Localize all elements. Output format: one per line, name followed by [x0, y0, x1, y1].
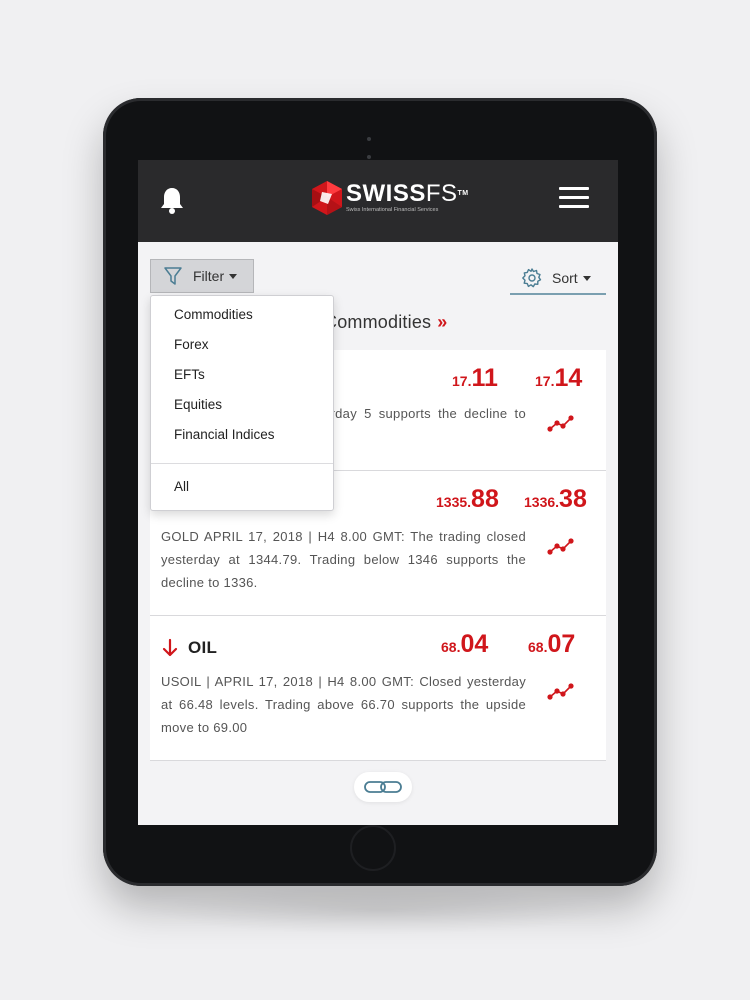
tablet-shadow — [150, 885, 610, 935]
filter-option-all[interactable]: All — [174, 479, 189, 494]
link-icon — [364, 781, 402, 793]
filter-button[interactable]: Filter — [150, 259, 254, 293]
toolbar: Filter Sort — [138, 242, 618, 302]
filter-option-forex[interactable]: Forex — [174, 337, 209, 352]
commodity-card[interactable]: OIL 68.04 68.07 USOIL | APRIL 17, 2018 |… — [150, 616, 606, 761]
ask-price: 68.07 — [528, 630, 576, 658]
caret-down-icon — [229, 273, 238, 279]
arrow-down-icon — [162, 638, 178, 657]
dropdown-divider — [151, 463, 333, 464]
app-header: SWISSFSTM Swiss International Financial … — [138, 160, 618, 242]
sort-label: Sort — [552, 270, 578, 286]
home-button[interactable] — [350, 825, 396, 871]
trend-chart-icon[interactable] — [547, 537, 575, 557]
bid-price: 68.04 — [441, 630, 489, 658]
sort-button[interactable]: Sort — [510, 263, 606, 295]
gear-icon — [522, 268, 542, 288]
card-description: USOIL | APRIL 17, 2018 | H4 8.00 GMT: Cl… — [161, 674, 526, 735]
section-title: Commodities» — [324, 312, 448, 332]
filter-option-financial-indices[interactable]: Financial Indices — [174, 427, 275, 442]
filter-option-efts[interactable]: EFTs — [174, 367, 205, 382]
logo-name: SWISSFSTM — [346, 180, 469, 207]
bell-icon[interactable] — [159, 186, 185, 214]
ask-price: 1336.38 — [524, 485, 587, 513]
funnel-icon — [164, 267, 182, 285]
filter-option-commodities[interactable]: Commodities — [174, 307, 253, 322]
bid-price: 17.11 — [452, 364, 498, 392]
logo-subtitle: Swiss International Financial Services — [346, 207, 439, 213]
link-button[interactable] — [354, 772, 412, 802]
card-description: GOLD APRIL 17, 2018 | H4 8.00 GMT: The t… — [161, 529, 526, 590]
trend-chart-icon[interactable] — [547, 682, 575, 702]
double-chevron-icon: » — [437, 312, 448, 332]
logo-gem-icon — [312, 181, 342, 215]
ask-price: 17.14 — [535, 364, 583, 392]
bid-price: 1335.88 — [436, 485, 499, 513]
trend-chart-icon[interactable] — [547, 414, 575, 434]
swissfs-logo: SWISSFSTM Swiss International Financial … — [310, 180, 469, 216]
filter-option-equities[interactable]: Equities — [174, 397, 222, 412]
caret-down-icon — [582, 275, 591, 281]
camera — [367, 128, 379, 159]
asset-name: OIL — [188, 638, 218, 657]
filter-label: Filter — [193, 268, 225, 284]
filter-dropdown: Commodities Forex EFTs Equities Financia… — [150, 295, 334, 511]
hamburger-menu-icon[interactable] — [559, 187, 589, 211]
app-screen: SWISSFSTM Swiss International Financial … — [138, 160, 618, 825]
